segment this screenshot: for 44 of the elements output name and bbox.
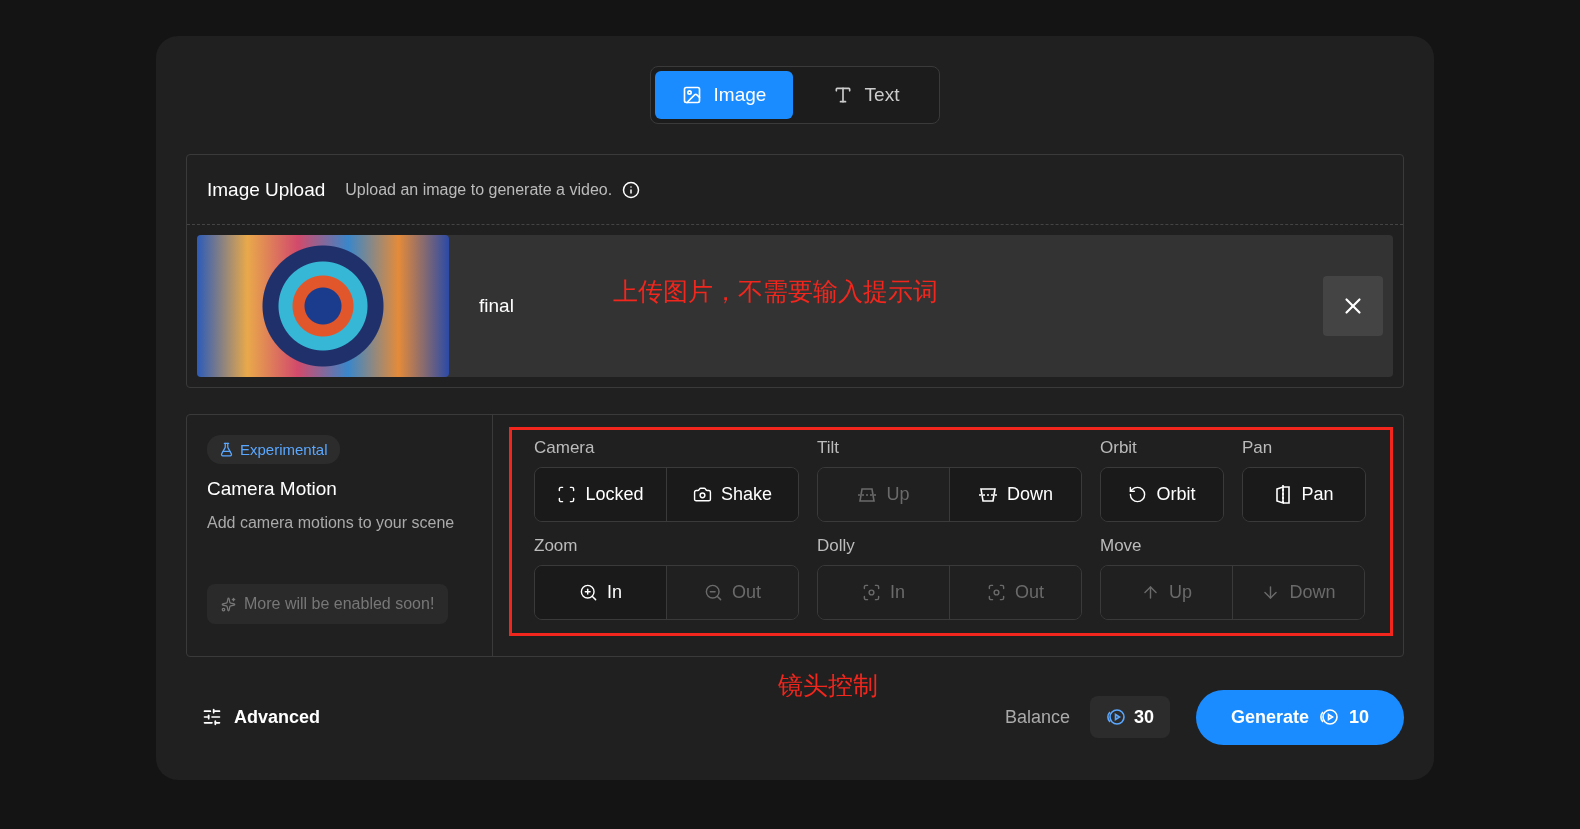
motion-option[interactable]: Pan: [1243, 468, 1365, 521]
flask-icon: [219, 442, 234, 457]
file-name: final: [479, 295, 514, 317]
focus-icon: [987, 583, 1006, 602]
balance-chip: 30: [1089, 696, 1170, 738]
upload-hint: Upload an image to generate a video.: [345, 180, 613, 199]
advanced-button[interactable]: Advanced: [186, 706, 321, 728]
group-label: Dolly: [817, 536, 856, 556]
motion-option[interactable]: In: [535, 566, 666, 619]
motion-option[interactable]: Orbit: [1101, 468, 1223, 521]
trapezoid-icon: [857, 485, 878, 504]
motion-option[interactable]: Locked: [535, 468, 666, 521]
pan-icon: [1274, 484, 1293, 505]
group-label: Camera: [534, 438, 596, 458]
info-icon[interactable]: [622, 180, 641, 199]
notice-chip: More will be enabled soon!: [207, 584, 449, 624]
image-icon: [681, 85, 702, 105]
zoom-out-icon: [704, 583, 723, 602]
corners-icon: [557, 485, 577, 504]
sliders-icon: [202, 707, 222, 727]
sparkle-icon: [221, 596, 236, 612]
camera-icon: [692, 485, 712, 504]
annotation-text: 镜头控制: [778, 670, 878, 701]
coin-icon: [1319, 707, 1339, 727]
group-label: Tilt: [817, 438, 841, 458]
motion-option[interactable]: Down: [949, 468, 1081, 521]
orbit-icon: [1128, 485, 1148, 504]
group-label: Zoom: [534, 536, 579, 556]
experimental-badge: Experimental: [207, 435, 340, 464]
focus-icon: [862, 583, 881, 602]
section-title: Camera Motion: [207, 478, 338, 500]
balance-label: Balance: [1004, 706, 1070, 728]
group-label: Move: [1100, 536, 1143, 556]
upload-title: Image Upload: [207, 178, 326, 201]
zoom-in-icon: [579, 583, 598, 602]
coin-icon: [1105, 707, 1126, 727]
motion-option[interactable]: Shake: [666, 468, 798, 521]
mode-tab[interactable]: Text: [797, 71, 935, 119]
trapezoid-icon: [978, 485, 998, 504]
annotation-text: 上传图片，不需要输入提示词: [613, 276, 938, 307]
section-description: Add camera motions to your scene: [207, 514, 456, 532]
group-label: Orbit: [1100, 438, 1138, 458]
group-label: Pan: [1242, 438, 1274, 458]
close-button[interactable]: [1323, 276, 1383, 336]
